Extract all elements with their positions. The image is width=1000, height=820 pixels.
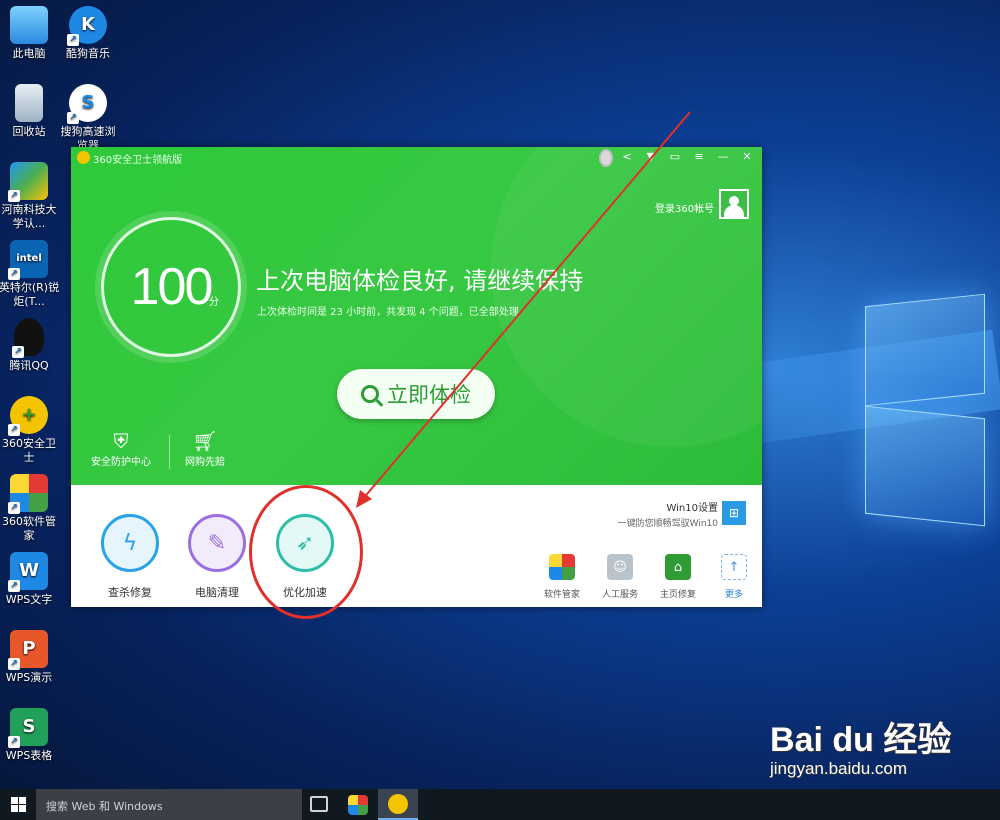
taskbar-search[interactable]: 搜索 Web 和 Windows — [36, 789, 302, 820]
baidu-watermark: Bai du 经验 jingyan.baidu.com — [770, 712, 1000, 786]
task-view-icon[interactable] — [310, 796, 328, 812]
start-button[interactable] — [0, 789, 36, 820]
360-security-icon — [388, 793, 408, 814]
watermark-logo: Bai du 经验 — [770, 721, 952, 759]
taskbar: 搜索 Web 和 Windows — [0, 789, 1000, 820]
taskbar-app-360-security[interactable] — [378, 789, 418, 820]
watermark-url: jingyan.baidu.com — [770, 759, 908, 778]
annotation-arrow — [356, 111, 691, 508]
360-software-icon — [348, 794, 368, 815]
windows-start-icon — [10, 797, 26, 812]
taskbar-app-360-software[interactable] — [338, 789, 378, 820]
